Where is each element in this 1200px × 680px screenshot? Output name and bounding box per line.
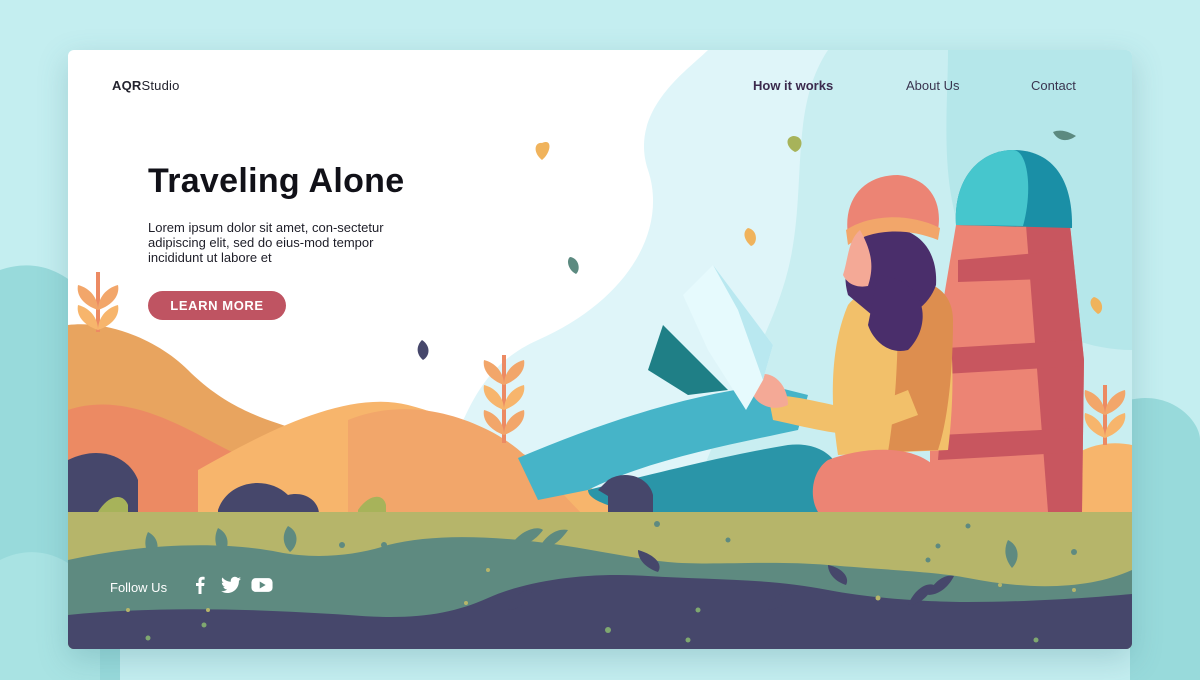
brand-logo[interactable]: AQRStudio <box>112 78 180 93</box>
twitter-icon[interactable] <box>221 576 241 599</box>
follow-us-label: Follow Us <box>110 580 168 595</box>
nav-how-it-works[interactable]: How it works <box>753 78 833 93</box>
brand-logo-light: Studio <box>141 78 180 93</box>
brand-logo-bold: AQR <box>112 78 142 93</box>
hero-illustration <box>68 50 1132 649</box>
youtube-icon[interactable] <box>251 576 273 599</box>
facebook-icon[interactable] <box>194 576 206 599</box>
learn-more-button[interactable]: LEARN MORE <box>148 291 286 320</box>
nav-contact[interactable]: Contact <box>1031 78 1076 93</box>
hero-description: Lorem ipsum dolor sit amet, con-sectetur… <box>148 220 384 265</box>
landing-card: AQRStudio How it works About Us Contact … <box>68 50 1132 649</box>
plant-left <box>77 272 119 332</box>
hero-title: Traveling Alone <box>148 162 405 200</box>
nav-about-us[interactable]: About Us <box>906 78 959 93</box>
